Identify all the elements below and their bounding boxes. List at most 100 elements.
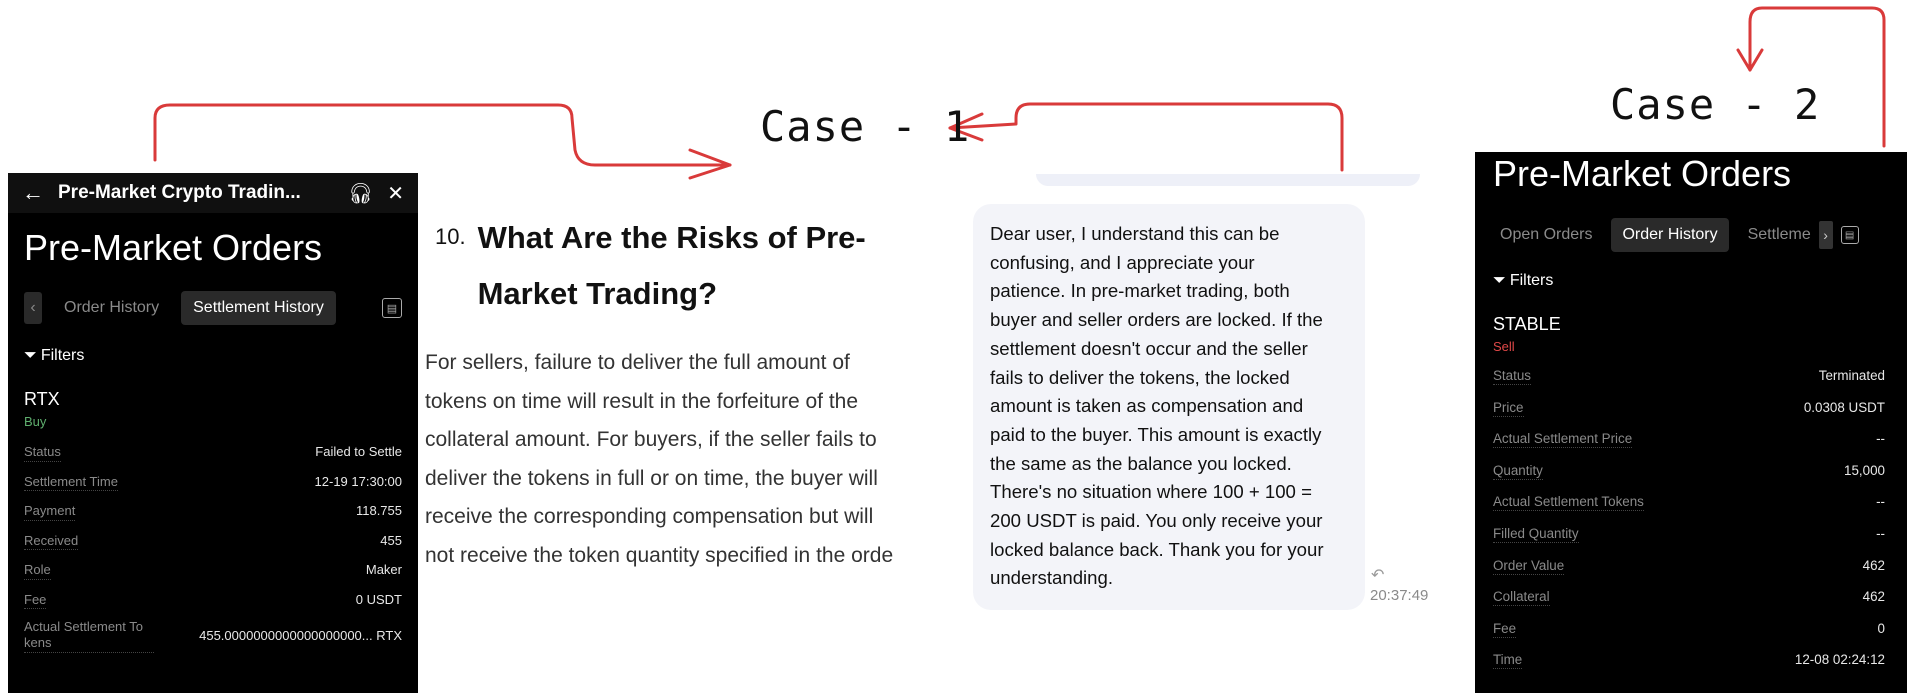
row-label: Settlement Time <box>24 474 118 492</box>
row-label: Actual Settlement Price <box>1493 431 1633 449</box>
message-line: 200 USDT is paid. You only receive your <box>990 510 1323 532</box>
row-label: Received <box>24 533 79 551</box>
detail-row: Fee 0 <box>1475 613 1907 645</box>
row-value: 12-19 17:30:00 <box>314 473 402 489</box>
filter-icon: ⏷ <box>1493 272 1506 289</box>
tab-bar: Open Orders Order History Settleme › ▤ <box>1475 194 1907 252</box>
message-line: settlement doesn't occur and the seller <box>990 337 1308 359</box>
row-value: Failed to Settle <box>315 444 402 459</box>
detail-list: Status Failed to Settle Settlement Time 12… <box>8 437 418 658</box>
row-value: Terminated <box>1818 368 1885 383</box>
detail-row: Filled Quantity -- <box>1475 518 1907 550</box>
row-label: Role <box>24 562 51 580</box>
row-label: Collateral <box>1493 589 1550 607</box>
detail-row: Received 455 <box>8 526 418 556</box>
previous-message-edge <box>1036 174 1420 186</box>
export-icon[interactable]: ▤ <box>1840 226 1859 244</box>
row-label: Actual Settlement To kens <box>24 619 154 653</box>
row-value: 462 <box>1862 557 1885 573</box>
title-line: What Are the Risks of Pre- <box>477 220 866 255</box>
detail-row: Price 0.0308 USDT <box>1475 392 1907 424</box>
headset-icon[interactable]: 🎧︎ <box>348 181 373 206</box>
row-value: 0 <box>1877 620 1885 636</box>
detail-row: Time 12-08 02:24:12 <box>1475 644 1907 676</box>
detail-row: Actual Settlement Tokens -- <box>1475 486 1907 518</box>
page-title: Pre-Market Orders <box>1493 153 1792 194</box>
arrow-chat-to-case1 <box>948 102 1344 172</box>
article-heading: 10. What Are the Risks of Pre- Market Tr… <box>425 210 935 322</box>
arrowhead-case2 <box>1736 48 1764 72</box>
message-line: understanding. <box>990 567 1114 589</box>
detail-row: Collateral 462 <box>1475 581 1907 613</box>
message-line: patience. In pre-market trading, both <box>990 280 1290 302</box>
arrow-left-to-case1 <box>153 103 732 167</box>
row-label: Fee <box>1493 621 1517 638</box>
detail-row: Status Terminated <box>1475 360 1907 392</box>
asset-name: RTX <box>24 389 60 409</box>
row-label: Status <box>1493 368 1531 386</box>
filters-button[interactable]: ⏷ Filters <box>1475 252 1907 290</box>
detail-row: Status Failed to Settle <box>8 437 418 467</box>
detail-row: Fee 0 USDT <box>8 585 418 615</box>
row-label: Quantity <box>1493 463 1543 480</box>
row-value: 15,000 <box>1844 462 1885 478</box>
row-value: 12-08 02:24:12 <box>1794 652 1885 668</box>
detail-row: Payment 118.755 <box>8 496 418 526</box>
body-line: tokens on time will result in the forfei… <box>425 389 859 413</box>
row-value: -- <box>1876 494 1885 510</box>
message-line: locked balance back. Thank you for your <box>990 538 1324 560</box>
message-line: confusing, and I appreciate your <box>990 251 1255 273</box>
case-1-label: Case - 1 <box>760 102 971 151</box>
arrowhead-case1-left <box>688 148 732 180</box>
order-side: Sell <box>1493 339 1515 354</box>
row-value: Maker <box>365 562 402 577</box>
filter-icon: ⏷ <box>24 347 37 364</box>
detail-row: Actual Settlement Price -- <box>1475 423 1907 455</box>
row-label: Status <box>24 444 61 462</box>
tabs-scroll-left-icon[interactable]: ‹ <box>24 292 42 324</box>
detail-row: Actual Settlement To kens 455.00000000000… <box>8 614 418 658</box>
asset-name: STABLE <box>1493 314 1561 334</box>
case-2-label: Case - 2 <box>1610 80 1821 129</box>
filters-label: Filters <box>40 347 85 364</box>
chat-message-bubble: Dear user, I understand this can be conf… <box>973 204 1365 610</box>
message-line: amount is taken as compensation and <box>990 395 1304 417</box>
detail-row: Order Value 462 <box>1475 550 1907 582</box>
article-number: 10. <box>435 224 466 249</box>
filters-button[interactable]: ⏷ Filters <box>8 325 418 365</box>
order-history-panel: Pre-Market Orders Open Orders Order Hist… <box>1475 152 1907 693</box>
detail-list: Status Terminated Price 0.0308 USDT Actual… <box>1475 360 1907 676</box>
row-value: -- <box>1876 525 1885 541</box>
row-label: Filled Quantity <box>1493 526 1579 544</box>
row-value: 462 <box>1862 589 1885 605</box>
faq-article: 10. What Are the Risks of Pre- Market Tr… <box>425 210 935 610</box>
tabs-scroll-right-icon[interactable]: › <box>1818 221 1833 249</box>
settlement-history-panel: ← Pre-Market Crypto Tradin... 🎧︎ ✕ Pre-M… <box>8 173 418 693</box>
message-line: paid to the buyer. This amount is exactl… <box>990 423 1322 445</box>
message-line: buyer and seller orders are locked. If t… <box>990 309 1323 331</box>
body-line: For sellers, failure to deliver the full… <box>425 351 850 374</box>
row-label: Actual Settlement Tokens <box>1493 494 1644 512</box>
tab-settlement[interactable]: Settleme <box>1737 218 1821 252</box>
message-timestamp: 20:37:49 <box>1370 587 1429 604</box>
order-side: Buy <box>24 414 47 429</box>
export-icon[interactable]: ▤ <box>382 298 402 318</box>
page-title: Pre-Market Orders <box>24 227 323 268</box>
row-label: Time <box>1493 652 1523 670</box>
title-line: Market Trading? <box>477 276 718 311</box>
back-arrow-icon[interactable]: ← <box>22 180 44 206</box>
message-line: the same as the balance you locked. <box>990 452 1292 474</box>
header-title: Pre-Market Crypto Tradin... <box>58 182 301 203</box>
detail-row: Settlement Time 12-19 17:30:00 <box>8 467 418 497</box>
panel-header: ← Pre-Market Crypto Tradin... 🎧︎ ✕ <box>8 173 418 213</box>
row-value: 0.0308 USDT <box>1803 399 1885 415</box>
close-icon[interactable]: ✕ <box>387 181 404 206</box>
tab-settlement-history[interactable]: Settlement History <box>181 291 336 325</box>
tab-order-history[interactable]: Order History <box>1611 218 1729 252</box>
body-line: collateral amount. For buyers, if the se… <box>425 428 877 451</box>
tab-order-history[interactable]: Order History <box>52 291 171 325</box>
reply-icon[interactable]: ↶ <box>1371 565 1384 585</box>
tab-open-orders[interactable]: Open Orders <box>1489 218 1603 252</box>
row-label: Price <box>1493 400 1524 417</box>
body-line: not receive the token quantity specified… <box>425 543 894 567</box>
